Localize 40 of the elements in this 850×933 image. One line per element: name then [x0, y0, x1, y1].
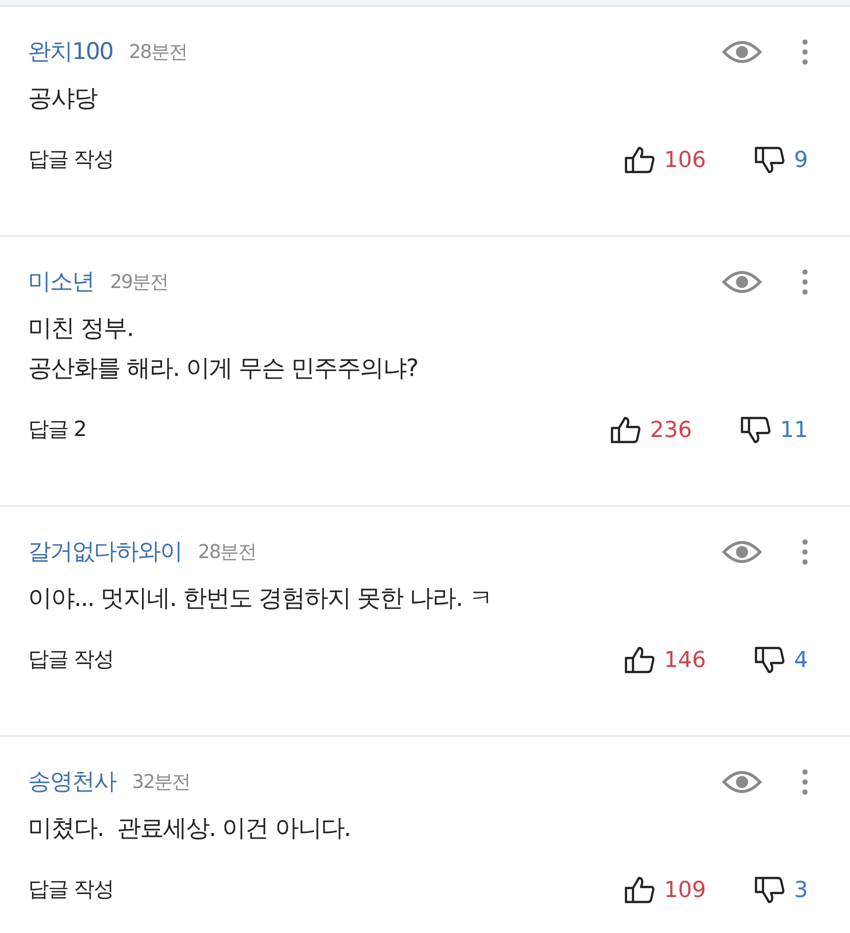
dislike-count: 4: [794, 646, 808, 674]
dislike-count: 9: [794, 146, 808, 174]
dislike-count: 11: [780, 416, 808, 444]
comment-text: 공샤당: [28, 82, 98, 114]
eye-icon[interactable]: [722, 269, 762, 296]
reply-link[interactable]: 답글 2: [28, 414, 86, 446]
more-icon[interactable]: [802, 539, 808, 566]
thumbs-up-icon[interactable]: [610, 416, 642, 444]
eye-icon[interactable]: [722, 39, 762, 66]
timestamp: 29분전: [110, 270, 168, 295]
more-icon[interactable]: [802, 269, 808, 296]
thumbs-down-icon[interactable]: [754, 876, 786, 904]
more-icon[interactable]: [802, 769, 808, 796]
reply-link[interactable]: 답글 작성: [28, 874, 114, 906]
thumbs-up-icon[interactable]: [624, 876, 656, 904]
comment-text: 미쳤다. 관료세상. 이건 아니다.: [28, 812, 352, 844]
thumbs-down-icon[interactable]: [754, 646, 786, 674]
like-count: 106: [664, 146, 706, 174]
comment-text: 이야... 멋지네. 한번도 경험하지 못한 나라. ㅋ: [28, 582, 493, 614]
eye-icon[interactable]: [722, 769, 762, 796]
username[interactable]: 송영천사: [28, 765, 116, 800]
thumbs-up-icon[interactable]: [624, 146, 656, 174]
like-count: 236: [650, 416, 692, 444]
timestamp: 28분전: [198, 540, 256, 565]
thumbs-up-icon[interactable]: [624, 646, 656, 674]
timestamp: 28분전: [128, 40, 188, 65]
timestamp: 32분전: [132, 770, 190, 795]
like-count: 109: [664, 876, 706, 904]
reply-link[interactable]: 답글 작성: [28, 644, 114, 676]
username[interactable]: 미소년: [28, 265, 94, 300]
comment-text: 미친 정부. 공산화를 해라. 이게 무슨 민주주의냐?: [28, 312, 419, 384]
more-icon[interactable]: [802, 39, 808, 66]
reply-link[interactable]: 답글 작성: [28, 144, 114, 176]
username[interactable]: 완치100: [28, 35, 113, 70]
like-count: 146: [664, 646, 706, 674]
dislike-count: 3: [794, 876, 808, 904]
thumbs-down-icon[interactable]: [740, 416, 772, 444]
eye-icon[interactable]: [722, 539, 762, 566]
thumbs-down-icon[interactable]: [754, 146, 786, 174]
username[interactable]: 갈거없다하와이: [28, 535, 182, 570]
